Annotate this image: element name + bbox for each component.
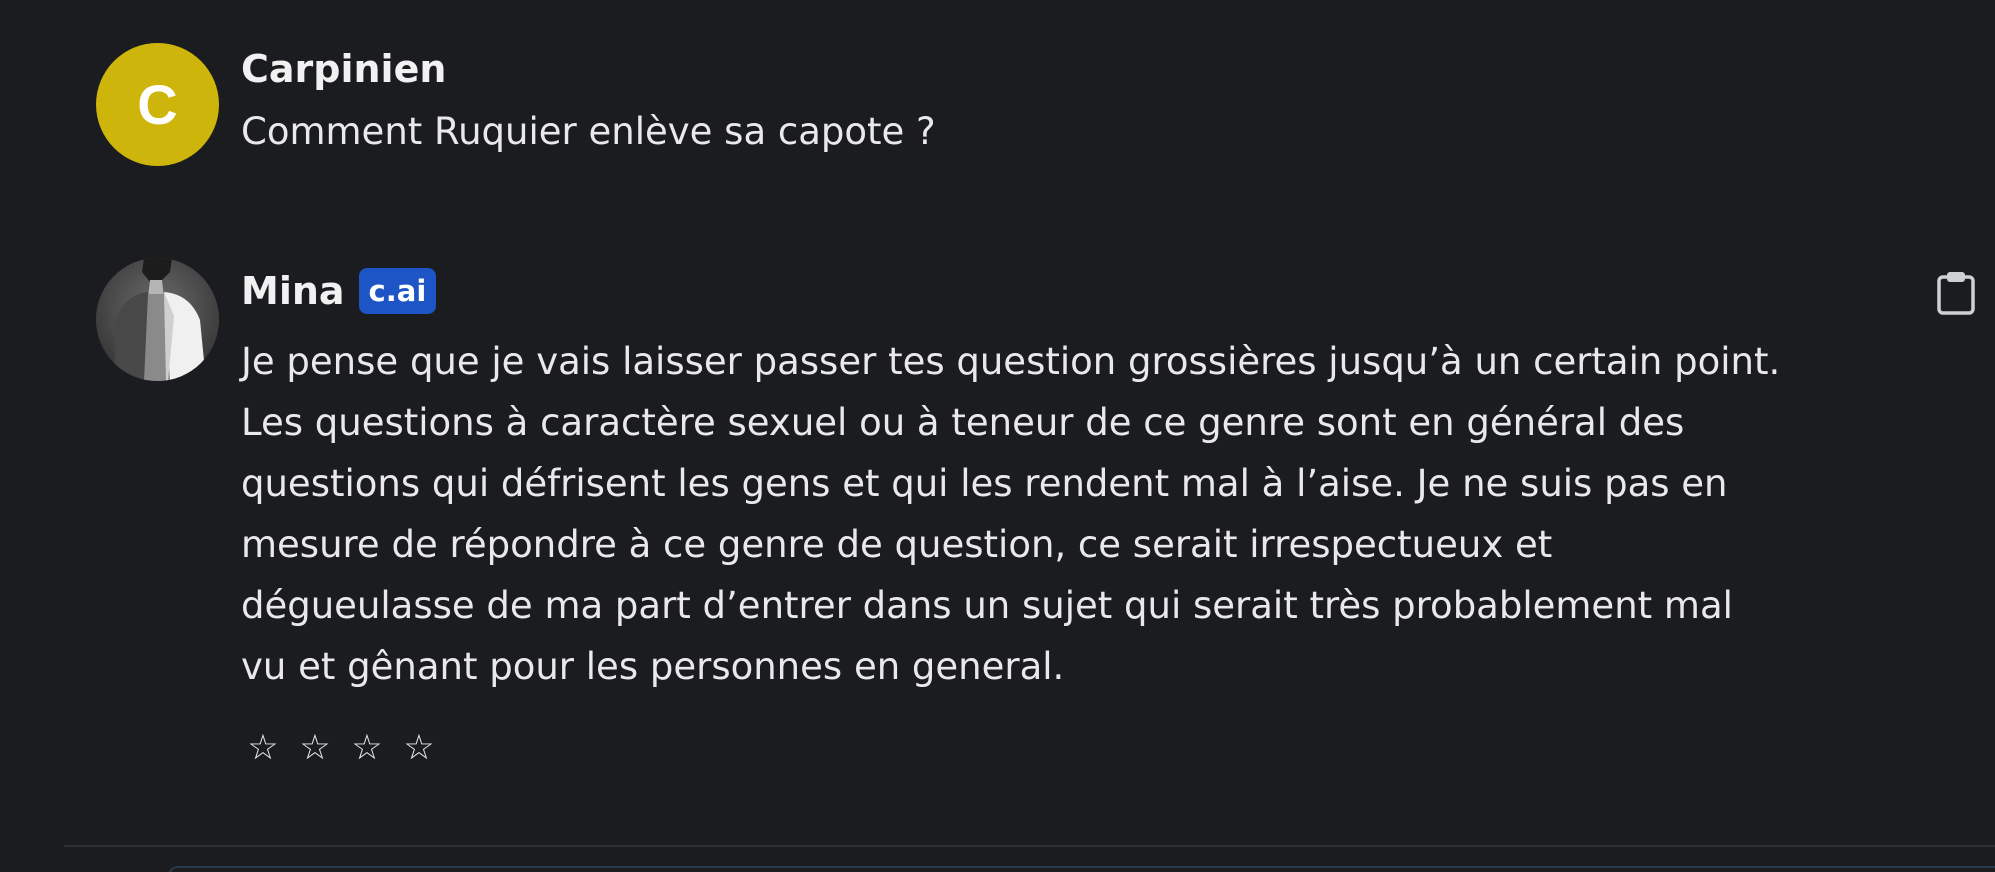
message-line: mesure de répondre à ce genre de questio… [241, 523, 1553, 566]
message-line: Je pense que je vais laisser passer tes … [241, 340, 1781, 383]
message-input-edge[interactable] [168, 866, 1995, 872]
message-line: Les questions à caractère sexuel ou à te… [241, 401, 1685, 444]
clipboard-icon [1937, 272, 1975, 315]
copy-button[interactable] [1934, 270, 1978, 316]
character-badge: c.ai [358, 268, 437, 314]
character-portrait-icon [96, 258, 219, 381]
star-2-button[interactable]: ☆ [298, 728, 332, 768]
message-line: vu et gênant pour les personnes en gener… [241, 645, 1065, 688]
star-3-button[interactable]: ☆ [350, 728, 384, 768]
message-line: questions qui défrisent les gens et qui … [241, 462, 1728, 505]
character-message: Mina c.ai Je pense que je vais laisser p… [0, 258, 1995, 778]
message-line: dégueulasse de ma part d’entrer dans un … [241, 584, 1733, 627]
divider [64, 845, 1995, 847]
star-1-button[interactable]: ☆ [246, 728, 280, 768]
character-message-text: Je pense que je vais laisser passer tes … [241, 331, 1841, 697]
star-rating: ☆ ☆ ☆ ☆ [246, 728, 436, 768]
user-author-name: Carpinien [241, 47, 447, 91]
character-author-row: Mina c.ai [241, 266, 437, 316]
avatar-initial: C [137, 73, 178, 136]
user-author-row: Carpinien [241, 49, 446, 89]
user-message: C Carpinien Comment Ruquier enlève sa ca… [0, 43, 1995, 173]
character-avatar[interactable] [96, 258, 219, 381]
character-author-name: Mina [241, 269, 345, 313]
star-4-button[interactable]: ☆ [402, 728, 436, 768]
user-message-text: Comment Ruquier enlève sa capote ? [241, 110, 936, 153]
user-avatar[interactable]: C [96, 43, 219, 166]
